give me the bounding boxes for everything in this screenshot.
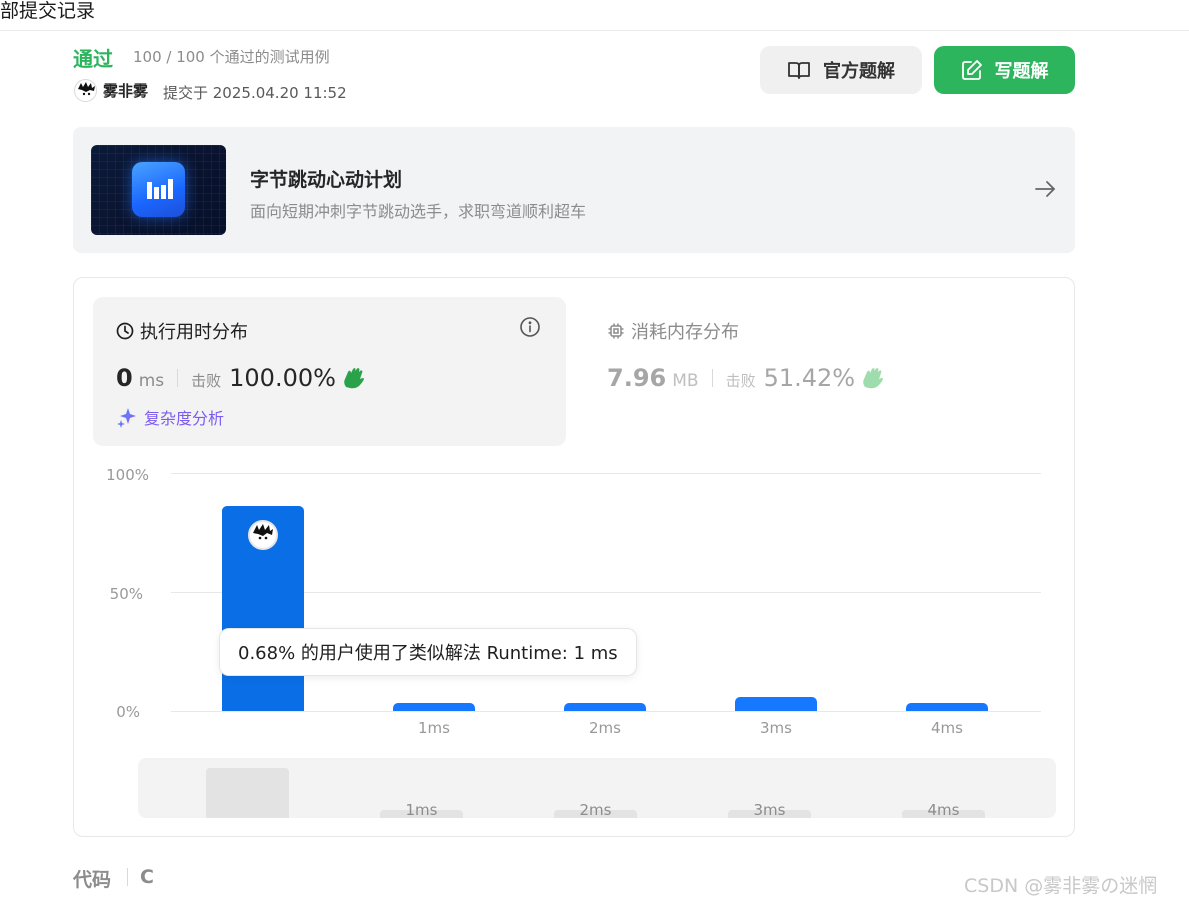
divider — [711, 369, 713, 387]
clap-icon — [342, 367, 366, 389]
memory-card[interactable]: 消耗内存分布 7.96 MB 击败 51.42% — [588, 297, 1058, 446]
banner-image — [91, 145, 226, 235]
banner-title: 字节跳动心动计划 — [250, 169, 403, 191]
runtime-distribution-chart: 100% 50% 0% 1ms 2ms 3ms 4ms 0.68% 的用户使用了类似解法… — [74, 458, 1074, 748]
edit-icon — [961, 59, 983, 81]
submit-time: 提交于 2025.04.20 11:52 — [163, 84, 347, 102]
runtime-title-text: 执行用时分布 — [140, 322, 248, 343]
clock-icon — [116, 322, 134, 340]
avatar[interactable] — [74, 79, 97, 102]
official-solution-label: 官方题解 — [823, 61, 895, 82]
chip-icon — [607, 322, 625, 340]
grid-line — [171, 473, 1041, 474]
memory-beat-pct: 51.42% — [763, 364, 856, 392]
runtime-beat-label: 击败 — [191, 372, 222, 390]
write-solution-label: 写题解 — [994, 61, 1049, 82]
chart-tooltip: 0.68% 的用户使用了类似解法 Runtime: 1 ms — [219, 628, 637, 676]
sparkle-icon — [116, 406, 138, 428]
chart-range-selector[interactable]: 1ms 2ms 3ms 4ms — [138, 758, 1056, 818]
info-icon[interactable] — [519, 316, 541, 342]
username[interactable]: 雾非雾 — [103, 80, 148, 101]
status-label: 通过 — [73, 47, 113, 71]
bytedance-logo-icon — [132, 162, 185, 217]
promo-banner[interactable]: 字节跳动心动计划 面向短期冲刺字节跳动选手，求职弯道顺利超车 — [73, 127, 1075, 253]
performance-panel: 执行用时分布 0 ms 击败 100.00% 复杂度分析 消耗内存分布 7.96… — [73, 277, 1075, 837]
minimap-label: 2ms — [579, 801, 612, 818]
memory-unit: MB — [672, 371, 699, 391]
banner-subtitle: 面向短期冲刺字节跳动选手，求职弯道顺利超车 — [250, 202, 587, 221]
memory-title: 消耗内存分布 — [607, 318, 739, 344]
runtime-title: 执行用时分布 — [116, 318, 248, 344]
divider — [177, 369, 179, 387]
minimap-label: 4ms — [927, 801, 960, 818]
avatar — [248, 520, 278, 551]
clap-icon — [861, 367, 885, 389]
top-bar: 部提交记录 — [0, 0, 1189, 31]
minimap-label: 3ms — [753, 801, 786, 818]
memory-title-text: 消耗内存分布 — [631, 322, 739, 343]
write-solution-button[interactable]: 写题解 — [934, 46, 1075, 94]
test-cases-summary: 100 / 100 个通过的测试用例 — [133, 48, 330, 66]
complexity-analysis-link[interactable]: 复杂度分析 — [116, 405, 224, 429]
chart-bar[interactable] — [564, 703, 646, 711]
x-tick-label: 2ms — [589, 719, 621, 737]
minimap-label: 1ms — [405, 801, 438, 818]
grid-line — [171, 711, 1041, 712]
book-icon — [787, 60, 811, 80]
x-tick-label: 1ms — [418, 719, 450, 737]
runtime-card[interactable]: 执行用时分布 0 ms 击败 100.00% 复杂度分析 — [93, 297, 566, 446]
memory-value: 7.96 — [607, 364, 667, 392]
y-tick-label: 0% — [116, 703, 140, 721]
arrow-right-icon[interactable] — [1033, 177, 1057, 205]
code-language[interactable]: C — [140, 866, 154, 888]
chart-bar[interactable] — [393, 703, 475, 711]
y-tick-label: 100% — [106, 466, 149, 484]
runtime-value: 0 — [116, 364, 133, 392]
memory-beat-label: 击败 — [725, 372, 756, 390]
y-tick-label: 50% — [109, 585, 143, 603]
runtime-metric: 0 ms 击败 100.00% — [116, 364, 366, 392]
x-tick-label: 4ms — [931, 719, 963, 737]
memory-metric: 7.96 MB 击败 51.42% — [607, 364, 885, 392]
code-section-label: 代码 — [73, 869, 112, 891]
complexity-label: 复杂度分析 — [144, 409, 225, 428]
watermark: CSDN @雾非雾の迷惘 — [964, 875, 1158, 897]
chart-bar[interactable] — [735, 696, 817, 711]
runtime-beat-pct: 100.00% — [229, 364, 336, 392]
page-title: 部提交记录 — [0, 0, 96, 22]
chart-bar[interactable] — [906, 703, 988, 711]
official-solution-button[interactable]: 官方题解 — [760, 46, 922, 94]
x-tick-label: 3ms — [760, 719, 792, 737]
chart-bar[interactable] — [222, 506, 304, 711]
runtime-unit: ms — [138, 371, 165, 391]
divider — [127, 868, 128, 886]
minimap-bar — [206, 768, 289, 818]
